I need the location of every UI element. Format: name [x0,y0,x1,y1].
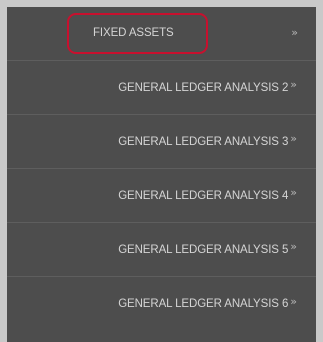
menu-item-general-ledger-analysis-4[interactable]: GENERAL LEDGER ANALYSIS 4 » [7,169,316,223]
menu-item-label: GENERAL LEDGER ANALYSIS 2 [118,81,289,94]
chevron-right-icon: » [290,240,297,253]
menu-item-label: GENERAL LEDGER ANALYSIS 6 [118,298,289,310]
chevron-right-icon: » [290,78,297,91]
chevron-right-icon: » [290,294,297,308]
menu-item-general-ledger-analysis-2[interactable]: GENERAL LEDGER ANALYSIS 2 » [7,61,316,115]
menu-item-label: GENERAL LEDGER ANALYSIS 3 [118,135,289,148]
menu-item-general-ledger-analysis-5[interactable]: GENERAL LEDGER ANALYSIS 5 » [7,223,316,277]
chevron-right-icon: » [290,132,297,145]
chevron-right-icon: » [290,186,297,199]
menu-item-label: GENERAL LEDGER ANALYSIS 4 [118,189,289,202]
screenshot-frame: FIXED ASSETS » GENERAL LEDGER ANALYSIS 2… [0,0,323,342]
menu-item-fixed-assets[interactable]: FIXED ASSETS » [7,7,316,61]
menu-item-general-ledger-analysis-6[interactable]: GENERAL LEDGER ANALYSIS 6 » [7,277,316,331]
side-menu: FIXED ASSETS » GENERAL LEDGER ANALYSIS 2… [7,7,316,342]
menu-item-label: GENERAL LEDGER ANALYSIS 5 [118,243,289,256]
chevron-right-icon: » [291,26,298,39]
menu-item-label: FIXED ASSETS [93,27,174,39]
menu-item-general-ledger-analysis-3[interactable]: GENERAL LEDGER ANALYSIS 3 » [7,115,316,169]
